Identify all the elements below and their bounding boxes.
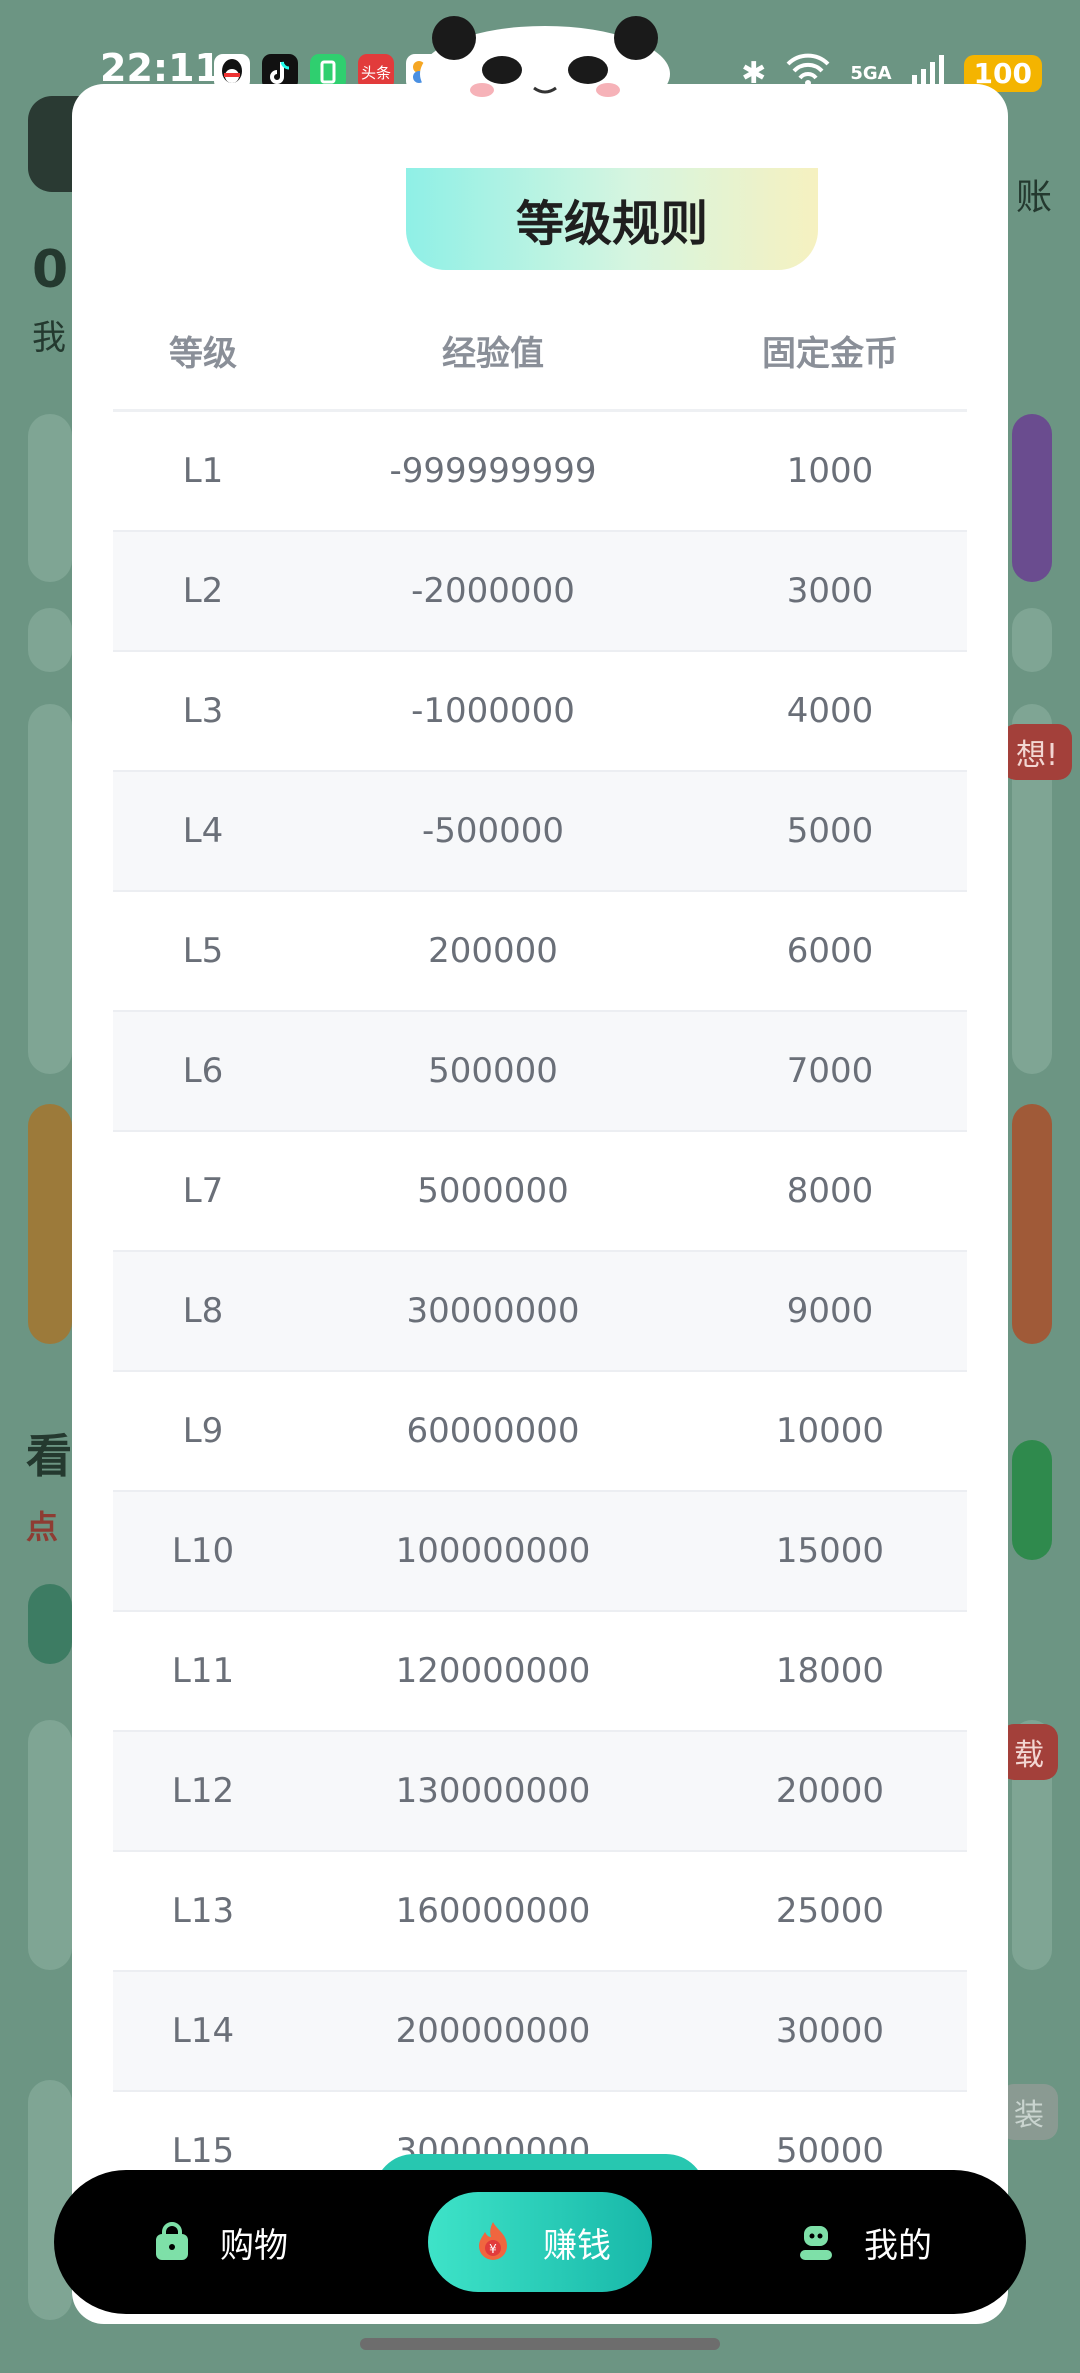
cell-level: L2 (182, 571, 224, 611)
cell-level: L15 (171, 2131, 235, 2171)
cell-level: L9 (182, 1411, 224, 1451)
cell-coins: 7000 (786, 1051, 874, 1091)
bg-card-gold (28, 1104, 72, 1344)
svg-text:¥: ¥ (489, 2242, 497, 2256)
cell-coins: 8000 (786, 1171, 874, 1211)
cell-experience: 500000 (428, 1051, 558, 1091)
cell-level: L10 (171, 1531, 235, 1571)
cell-coins: 25000 (775, 1891, 885, 1931)
bg-badge-1: 想! (1002, 724, 1073, 780)
cell-experience: 60000000 (406, 1411, 580, 1451)
cell-experience: 30000000 (406, 1291, 580, 1331)
cell-level: L11 (171, 1651, 235, 1691)
cell-experience: 200000000 (395, 2011, 591, 2051)
panda-mascot-icon (420, 16, 670, 104)
table-row: L5 200000 6000 (113, 892, 967, 1012)
table-body: L1 -999999999 1000 L2 -2000000 3000 L3 -1000000… (113, 412, 967, 2212)
cell-coins: 4000 (786, 691, 874, 731)
level-table: 等级 经验值 固定金币 L1 -999999999 1000 L2 -2000000 30… (113, 292, 967, 2212)
bg-button (28, 1584, 72, 1664)
bg-strip-right (1012, 608, 1052, 672)
tab-mine-label: 我的 (864, 2225, 932, 2266)
cell-experience: 200000 (428, 931, 558, 971)
bg-card-left-2 (28, 704, 72, 1074)
profile-icon (800, 2226, 832, 2260)
bg-amount: 0 (32, 240, 69, 300)
cell-experience: -500000 (421, 811, 565, 851)
shopping-bag-icon (156, 2222, 188, 2260)
header-fixed-coins: 固定金币 (762, 334, 898, 374)
home-indicator (360, 2338, 720, 2350)
table-row: L6 500000 7000 (113, 1012, 967, 1132)
table-row: L13 160000000 25000 (113, 1852, 967, 1972)
cell-coins: 10000 (775, 1411, 885, 1451)
cell-experience: 120000000 (395, 1651, 591, 1691)
modal-title: 等级规则 (406, 168, 818, 270)
tab-earn[interactable]: ¥ 赚钱 (428, 2192, 652, 2292)
bottom-tab-bar: 购物 ¥ 赚钱 我的 (54, 2170, 1026, 2314)
cell-level: L6 (182, 1051, 224, 1091)
cell-experience: 5000000 (417, 1171, 569, 1211)
table-row: L7 5000000 8000 (113, 1132, 967, 1252)
cell-experience: 100000000 (395, 1531, 591, 1571)
bg-wechat-icon (1012, 1440, 1052, 1560)
bg-red-text: 点 (26, 1508, 59, 1546)
header-experience: 经验值 (442, 334, 544, 374)
cell-experience: 130000000 (395, 1771, 591, 1811)
header-level: 等级 (169, 334, 237, 374)
cell-coins: 20000 (775, 1771, 885, 1811)
cell-level: L14 (171, 2011, 235, 2051)
network-label: 5GA (850, 62, 892, 84)
cell-coins: 30000 (775, 2011, 885, 2051)
bg-strip-left (28, 608, 72, 672)
bg-card-left-4 (28, 2080, 72, 2320)
bg-watch-title: 看 (26, 1429, 72, 1483)
cell-level: L1 (182, 451, 224, 491)
bg-card-left-3 (28, 1720, 72, 1970)
cell-level: L12 (171, 1771, 235, 1811)
table-row: L12 130000000 20000 (113, 1732, 967, 1852)
bg-card-orange (1012, 1104, 1052, 1344)
level-rules-modal: 等级规则 等级 经验值 固定金币 L1 -999999999 1000 L2 -2000… (72, 84, 1008, 2324)
cell-level: L4 (182, 811, 224, 851)
cell-coins: 3000 (786, 571, 874, 611)
cell-coins: 15000 (775, 1531, 885, 1571)
table-row: L1 -999999999 1000 (113, 412, 967, 532)
table-header: 等级 经验值 固定金币 (113, 292, 967, 412)
table-row: L14 200000000 30000 (113, 1972, 967, 2092)
bg-badge-3: 装 (1000, 2084, 1058, 2140)
cell-level: L13 (171, 1891, 235, 1931)
tab-shop-label: 购物 (220, 2225, 288, 2266)
tab-earn-label: 赚钱 (543, 2225, 611, 2266)
cell-coins: 9000 (786, 1291, 874, 1331)
table-row: L8 30000000 9000 (113, 1252, 967, 1372)
cell-experience: -1000000 (411, 691, 575, 731)
cell-experience: -2000000 (411, 571, 575, 611)
bg-badge-2: 载 (1000, 1724, 1058, 1780)
bg-label: 我 (32, 318, 66, 358)
tab-shop[interactable]: 购物 (150, 2170, 288, 2314)
cell-coins: 5000 (786, 811, 874, 851)
money-flame-icon: ¥ (479, 2222, 507, 2260)
cell-coins: 50000 (775, 2131, 885, 2171)
cell-coins: 6000 (786, 931, 874, 971)
bg-right-label: 账 (1016, 177, 1053, 218)
cell-level: L7 (182, 1171, 224, 1211)
table-row: L3 -1000000 4000 (113, 652, 967, 772)
table-row: L4 -500000 5000 (113, 772, 967, 892)
tab-mine[interactable]: 我的 (794, 2170, 932, 2314)
cell-experience: -999999999 (389, 451, 597, 491)
cell-experience: 160000000 (395, 1891, 591, 1931)
bg-card-purple (1012, 414, 1052, 582)
cell-coins: 1000 (786, 451, 874, 491)
cell-level: L3 (182, 691, 224, 731)
table-row: L11 120000000 18000 (113, 1612, 967, 1732)
cell-coins: 18000 (775, 1651, 885, 1691)
table-row: L10 100000000 15000 (113, 1492, 967, 1612)
cell-level: L8 (182, 1291, 224, 1331)
bg-card-left (28, 414, 72, 582)
table-row: L9 60000000 10000 (113, 1372, 967, 1492)
table-row: L2 -2000000 3000 (113, 532, 967, 652)
cell-level: L5 (182, 931, 224, 971)
